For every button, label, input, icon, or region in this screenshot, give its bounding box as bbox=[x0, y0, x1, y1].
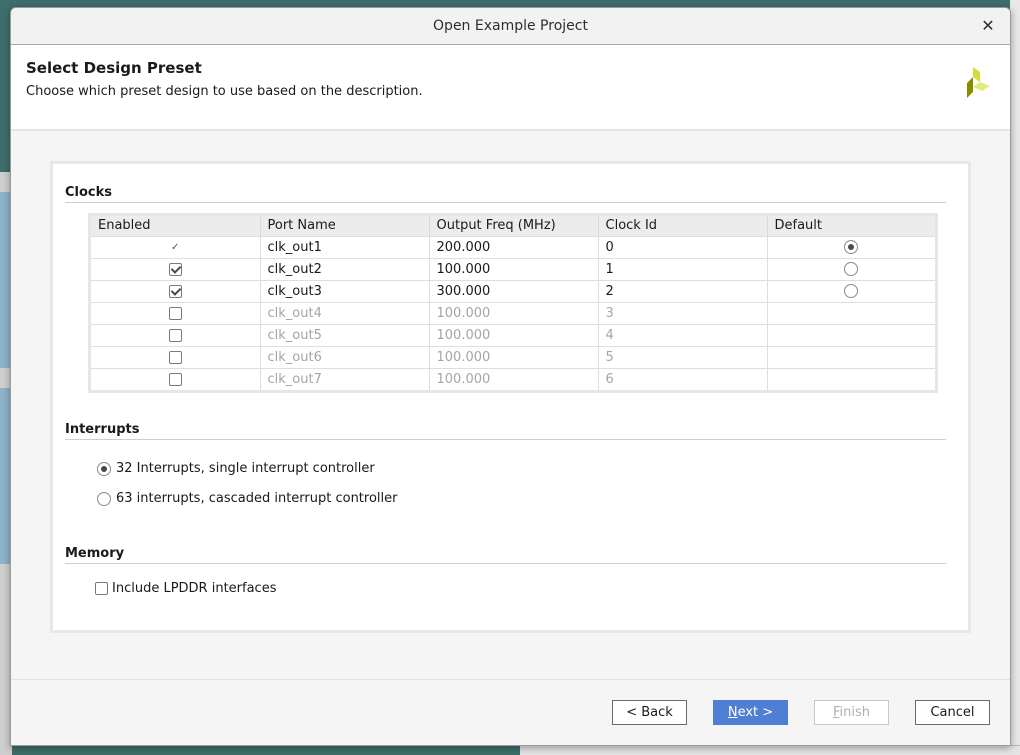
enabled-cell[interactable] bbox=[91, 257, 261, 280]
enabled-cell[interactable] bbox=[91, 367, 261, 390]
column-header-output-freq[interactable]: Output Freq (MHz) bbox=[429, 216, 599, 236]
logo-petal-right bbox=[973, 82, 990, 91]
clock-id-cell[interactable]: 1 bbox=[598, 257, 768, 280]
finish-label: inish bbox=[839, 705, 871, 720]
port-name-cell: clk_out7 bbox=[260, 367, 430, 390]
interrupts-section-label: Interrupts bbox=[65, 422, 140, 437]
checkmark-icon: ✓ bbox=[171, 241, 180, 253]
clocks-table: Enabled Port Name Output Freq (MHz) Cloc… bbox=[88, 213, 938, 393]
radio-32-interrupts[interactable] bbox=[97, 461, 111, 476]
enabled-cell[interactable] bbox=[91, 301, 261, 324]
page-title: Select Design Preset bbox=[26, 59, 202, 77]
close-icon: ✕ bbox=[981, 16, 995, 35]
next-label: ext > bbox=[737, 705, 774, 720]
clocks-divider bbox=[65, 202, 946, 203]
clock-row[interactable]: clk_out6 100.000 5 bbox=[91, 345, 935, 368]
background-window-edge bbox=[520, 745, 1020, 755]
finish-button[interactable]: Finish bbox=[814, 700, 889, 725]
clock-id-cell: 6 bbox=[598, 367, 768, 390]
default-cell[interactable] bbox=[767, 257, 935, 280]
logo-petal-top bbox=[973, 67, 980, 82]
port-name-cell[interactable]: clk_out3 bbox=[260, 279, 430, 302]
open-example-project-dialog: Open Example Project ✕ Select Design Pre… bbox=[10, 7, 1011, 746]
interrupt-option-32[interactable]: 32 Interrupts, single interrupt controll… bbox=[97, 461, 375, 476]
output-freq-cell: 100.000 bbox=[429, 345, 599, 368]
output-freq-cell: 100.000 bbox=[429, 367, 599, 390]
output-freq-cell[interactable]: 200.000 bbox=[429, 235, 599, 258]
interrupt-option-63[interactable]: 63 interrupts, cascaded interrupt contro… bbox=[97, 491, 398, 506]
clock-id-cell: 4 bbox=[598, 323, 768, 346]
column-header-clock-id[interactable]: Clock Id bbox=[598, 216, 768, 236]
clock-row[interactable]: ✓ clk_out1 200.000 0 bbox=[91, 235, 935, 258]
clocks-table-header: Enabled Port Name Output Freq (MHz) Cloc… bbox=[91, 216, 935, 236]
default-cell bbox=[767, 323, 935, 346]
clock-id-cell: 3 bbox=[598, 301, 768, 324]
logo-petal-left bbox=[967, 77, 973, 98]
memory-section-label: Memory bbox=[65, 546, 125, 561]
clock-id-cell: 5 bbox=[598, 345, 768, 368]
enabled-checkbox[interactable] bbox=[168, 350, 182, 364]
default-radio[interactable] bbox=[844, 284, 859, 298]
radio-63-interrupts[interactable] bbox=[97, 491, 111, 506]
footer-divider bbox=[11, 679, 1010, 680]
preset-options-panel: Clocks Enabled Port Name Output Freq (MH… bbox=[50, 161, 971, 633]
column-header-port-name[interactable]: Port Name bbox=[260, 216, 430, 236]
clock-row[interactable]: clk_out2 100.000 1 bbox=[91, 257, 935, 280]
titlebar: Open Example Project ✕ bbox=[11, 8, 1010, 45]
port-name-cell[interactable]: clk_out2 bbox=[260, 257, 430, 280]
interrupt-option-label: 63 interrupts, cascaded interrupt contro… bbox=[116, 491, 398, 506]
enabled-cell[interactable]: ✓ bbox=[91, 235, 261, 258]
vivado-logo-icon bbox=[967, 67, 990, 98]
enabled-cell[interactable] bbox=[91, 279, 261, 302]
enabled-checkbox[interactable] bbox=[168, 262, 182, 276]
output-freq-cell[interactable]: 300.000 bbox=[429, 279, 599, 302]
cancel-button[interactable]: Cancel bbox=[915, 700, 990, 725]
clock-row[interactable]: clk_out3 300.000 2 bbox=[91, 279, 935, 302]
output-freq-cell: 100.000 bbox=[429, 301, 599, 324]
enabled-cell[interactable] bbox=[91, 345, 261, 368]
clock-row[interactable]: clk_out4 100.000 3 bbox=[91, 301, 935, 324]
default-cell bbox=[767, 345, 935, 368]
default-cell bbox=[767, 367, 935, 390]
default-radio[interactable] bbox=[844, 262, 859, 276]
interrupt-option-label: 32 Interrupts, single interrupt controll… bbox=[116, 461, 375, 476]
column-header-default[interactable]: Default bbox=[767, 216, 935, 236]
output-freq-cell: 100.000 bbox=[429, 323, 599, 346]
window-title: Open Example Project bbox=[433, 18, 588, 34]
clock-row[interactable]: clk_out7 100.000 6 bbox=[91, 367, 935, 390]
next-button[interactable]: Next > bbox=[713, 700, 788, 725]
enabled-checkbox[interactable] bbox=[168, 306, 182, 320]
clocks-section-label: Clocks bbox=[65, 185, 113, 200]
clock-id-cell[interactable]: 2 bbox=[598, 279, 768, 302]
background-window-edge bbox=[1010, 0, 1020, 755]
include-lpddr-option[interactable]: Include LPDDR interfaces bbox=[95, 581, 276, 596]
wizard-header: Select Design Preset Choose which preset… bbox=[11, 45, 1010, 131]
port-name-cell: clk_out5 bbox=[260, 323, 430, 346]
port-name-cell[interactable]: clk_out1 bbox=[260, 235, 430, 258]
enabled-checkbox[interactable] bbox=[168, 328, 182, 342]
include-lpddr-label: Include LPDDR interfaces bbox=[112, 581, 277, 596]
page-subtitle: Choose which preset design to use based … bbox=[26, 84, 423, 99]
interrupts-divider bbox=[65, 439, 946, 440]
clock-row[interactable]: clk_out5 100.000 4 bbox=[91, 323, 935, 346]
clock-id-cell[interactable]: 0 bbox=[598, 235, 768, 258]
close-button[interactable]: ✕ bbox=[978, 16, 998, 36]
default-cell bbox=[767, 301, 935, 324]
port-name-cell: clk_out6 bbox=[260, 345, 430, 368]
clocks-table-body: ✓ clk_out1 200.000 0 clk_out2 100.000 1 clk_out… bbox=[91, 235, 935, 390]
memory-divider bbox=[65, 563, 946, 564]
default-radio[interactable] bbox=[844, 240, 859, 254]
next-mnemonic: N bbox=[727, 705, 738, 720]
enabled-checkbox[interactable] bbox=[168, 372, 182, 386]
output-freq-cell[interactable]: 100.000 bbox=[429, 257, 599, 280]
default-cell[interactable] bbox=[767, 235, 935, 258]
port-name-cell: clk_out4 bbox=[260, 301, 430, 324]
enabled-cell[interactable] bbox=[91, 323, 261, 346]
default-cell[interactable] bbox=[767, 279, 935, 302]
column-header-enabled[interactable]: Enabled bbox=[91, 216, 261, 236]
include-lpddr-checkbox[interactable] bbox=[95, 582, 108, 595]
enabled-checkbox[interactable] bbox=[168, 284, 182, 298]
back-button[interactable]: < Back bbox=[612, 700, 687, 725]
